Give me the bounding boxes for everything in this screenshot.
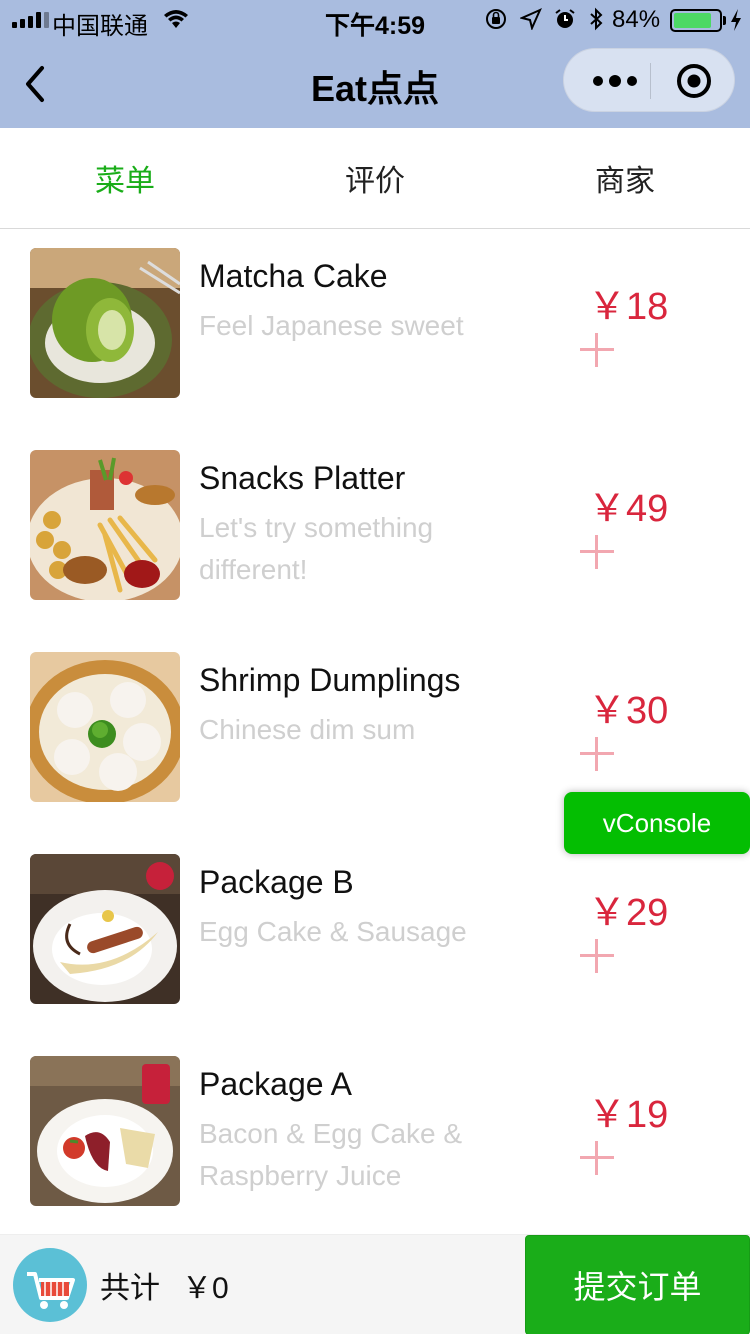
item-description: Egg Cake & Sausage (199, 916, 467, 947)
item-price: ￥49 (588, 488, 669, 530)
top-bar: 中国联通 下午4:59 84% Eat点点 (0, 0, 750, 128)
screen: 中国联通 下午4:59 84% Eat点点 菜单 评价 商家 Matcha Ca… (0, 0, 750, 1334)
alarm-icon (555, 9, 575, 28)
item-name: Matcha Cake (199, 258, 388, 294)
tab-bar: 菜单 评价 商家 (0, 128, 750, 229)
charging-icon (731, 9, 741, 31)
menu-item[interactable]: Package A Bacon & Egg Cake & Raspberry J… (0, 1037, 750, 1239)
nav-bar: Eat点点 (0, 40, 750, 128)
item-name: Shrimp Dumplings (199, 662, 461, 698)
item-name: Snacks Platter (199, 460, 406, 496)
shrimp-dumplings-photo (30, 652, 180, 802)
add-to-cart-icon[interactable] (580, 939, 614, 973)
location-icon (520, 8, 542, 30)
item-price: ￥18 (588, 286, 669, 328)
item-description: Chinese dim sum (199, 714, 416, 745)
total-label: 共计 (100, 1272, 160, 1305)
menu-item[interactable]: Matcha Cake Feel Japanese sweet ￥18 (0, 229, 750, 431)
item-name: Package A (199, 1066, 352, 1102)
menu-item[interactable]: Snacks Platter Let's try something diffe… (0, 431, 750, 633)
bottom-bar: 共计 ￥0 提交订单 (0, 1234, 750, 1334)
item-price: ￥29 (588, 892, 669, 934)
bluetooth-icon (590, 7, 603, 31)
item-description: Let's try something different! (199, 512, 434, 585)
add-to-cart-icon[interactable] (580, 1141, 614, 1175)
close-program-icon[interactable] (676, 63, 712, 99)
status-bar: 中国联通 下午4:59 84% (0, 0, 750, 40)
battery-icon (670, 9, 722, 32)
item-price: ￥30 (588, 690, 669, 732)
add-to-cart-icon[interactable] (580, 333, 614, 367)
tab-merchant[interactable]: 商家 (500, 128, 750, 228)
cart-icon[interactable] (13, 1248, 87, 1322)
item-description: Feel Japanese sweet (199, 310, 464, 341)
battery-percent: 84% (612, 6, 661, 33)
add-to-cart-icon[interactable] (580, 737, 614, 771)
more-icon[interactable] (590, 67, 640, 95)
package-b-photo (30, 854, 180, 1004)
package-a-photo (30, 1056, 180, 1206)
battery-tip (723, 16, 726, 25)
item-name: Package B (199, 864, 354, 900)
tab-reviews[interactable]: 评价 (250, 128, 500, 228)
vconsole-button[interactable]: vConsole (564, 792, 750, 854)
item-description: Bacon & Egg Cake & Raspberry Juice (199, 1118, 463, 1191)
tab-menu[interactable]: 菜单 (0, 128, 250, 228)
total-value: ￥0 (182, 1272, 229, 1305)
submit-order-button[interactable]: 提交订单 (525, 1235, 750, 1334)
item-price: ￥19 (588, 1094, 669, 1136)
add-to-cart-icon[interactable] (580, 535, 614, 569)
mini-program-capsule (563, 48, 735, 112)
capsule-divider (650, 63, 651, 99)
order-total: 共计 ￥0 (100, 1263, 229, 1307)
orientation-lock-icon (486, 9, 506, 29)
status-icons (484, 7, 604, 31)
matcha-cake-photo (30, 248, 180, 398)
menu-item[interactable]: Package B Egg Cake & Sausage ￥29 (0, 835, 750, 1037)
snacks-platter-photo (30, 450, 180, 600)
